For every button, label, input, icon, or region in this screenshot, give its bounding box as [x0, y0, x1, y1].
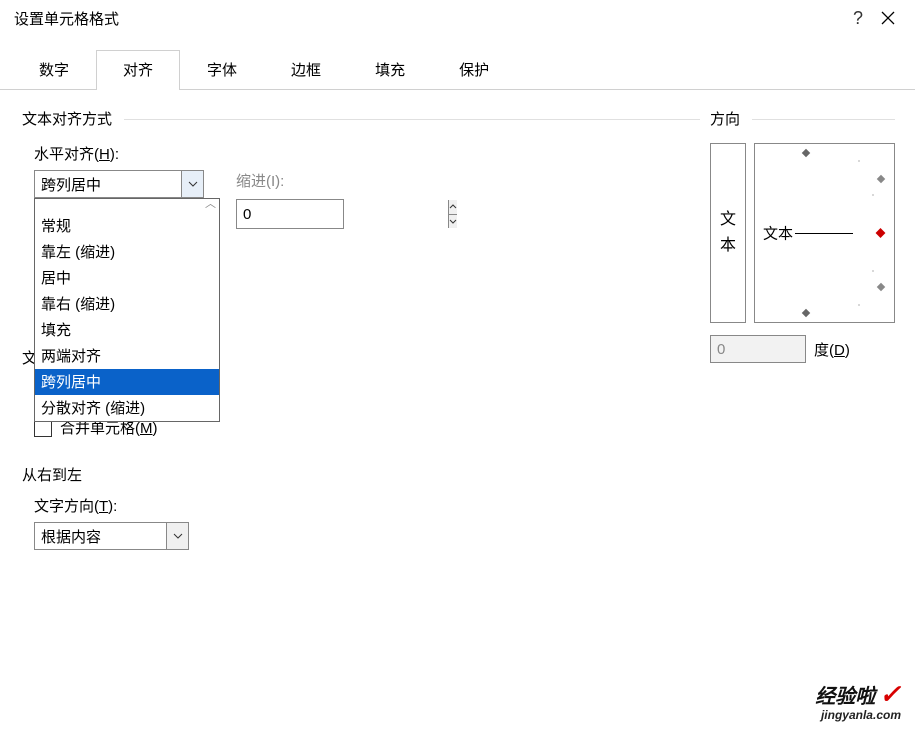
- group-rtl-label: 从右到左: [22, 464, 700, 485]
- indent-input[interactable]: [237, 200, 448, 228]
- arc-dot: [872, 194, 874, 196]
- group-text-alignment: 文本对齐方式: [22, 108, 700, 129]
- indent-spin-up[interactable]: [449, 200, 457, 215]
- align-option-general[interactable]: 常规: [35, 213, 219, 239]
- close-button[interactable]: [873, 9, 903, 28]
- text-direction-label: 文字方向(T):: [34, 495, 700, 516]
- group-orientation-label: 方向: [710, 111, 740, 128]
- align-option-center[interactable]: 居中: [35, 265, 219, 291]
- orientation-text-label: 文本: [763, 223, 793, 244]
- tab-protection[interactable]: 保护: [432, 50, 516, 90]
- tick-icon: [877, 175, 885, 183]
- horizontal-align-dropdown-button[interactable]: [181, 171, 203, 197]
- dropdown-scroll-up[interactable]: ︿: [35, 199, 219, 213]
- arc-dot: [858, 160, 860, 162]
- text-direction-combo[interactable]: 根据内容: [34, 522, 189, 550]
- align-option-justify[interactable]: 两端对齐: [35, 343, 219, 369]
- align-option-distributed-indent[interactable]: 分散对齐 (缩进): [35, 395, 219, 421]
- chevron-down-icon: [173, 533, 183, 539]
- watermark-text: 经验啦: [815, 680, 875, 709]
- group-text-alignment-label: 文本对齐方式: [22, 111, 112, 128]
- horizontal-align-combo[interactable]: 跨列居中 ︿ 常规 靠左 (缩进) 居中 靠右 (缩进) 填充 两端对齐 跨列居…: [34, 170, 204, 198]
- arc-dot: [872, 270, 874, 272]
- horizontal-align-value: 跨列居中: [35, 174, 181, 195]
- chevron-up-icon: [449, 204, 457, 209]
- degree-input[interactable]: [711, 336, 915, 362]
- text-direction-value: 根据内容: [35, 526, 166, 547]
- tab-bar: 数字 对齐 字体 边框 填充 保护: [0, 49, 915, 90]
- arc-dot: [858, 304, 860, 306]
- orientation-angle-box[interactable]: 文本: [754, 143, 895, 323]
- indent-spinbox[interactable]: [236, 199, 344, 229]
- horizontal-align-dropdown: ︿ 常规 靠左 (缩进) 居中 靠右 (缩进) 填充 两端对齐 跨列居中 分散对…: [34, 198, 220, 422]
- tab-number[interactable]: 数字: [12, 50, 96, 90]
- horizontal-align-label: 水平对齐(H):: [34, 143, 700, 164]
- tab-alignment[interactable]: 对齐: [96, 50, 180, 90]
- check-icon: ✓: [879, 679, 901, 710]
- tick-icon: [802, 309, 810, 317]
- text-direction-dropdown-button[interactable]: [166, 523, 188, 549]
- align-option-left-indent[interactable]: 靠左 (缩进): [35, 239, 219, 265]
- group-orientation: 方向: [710, 108, 895, 129]
- chevron-down-icon: [449, 219, 457, 224]
- dialog-title: 设置单元格格式: [14, 8, 843, 29]
- align-option-right-indent[interactable]: 靠右 (缩进): [35, 291, 219, 317]
- close-icon: [881, 11, 895, 25]
- watermark-url: jingyanla.com: [815, 708, 901, 722]
- tick-icon: [877, 283, 885, 291]
- tab-border[interactable]: 边框: [264, 50, 348, 90]
- vertical-text-button[interactable]: 文 本: [710, 143, 746, 323]
- indent-spin-down[interactable]: [449, 215, 457, 229]
- tab-font[interactable]: 字体: [180, 50, 264, 90]
- indent-label: 缩进(I):: [236, 170, 344, 191]
- tick-icon: [802, 149, 810, 157]
- watermark: 经验啦 ✓ jingyanla.com: [815, 679, 901, 722]
- degree-label: 度(D): [814, 339, 850, 360]
- help-button[interactable]: ?: [843, 8, 873, 29]
- align-option-center-across[interactable]: 跨列居中: [35, 369, 219, 395]
- chevron-down-icon: [188, 181, 198, 187]
- tab-fill[interactable]: 填充: [348, 50, 432, 90]
- align-option-fill[interactable]: 填充: [35, 317, 219, 343]
- degree-spinbox[interactable]: [710, 335, 806, 363]
- orientation-line: [795, 233, 853, 234]
- orientation-handle[interactable]: [876, 228, 886, 238]
- titlebar: 设置单元格格式 ?: [0, 0, 915, 35]
